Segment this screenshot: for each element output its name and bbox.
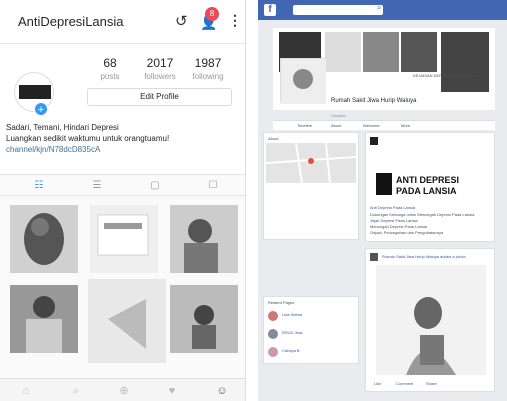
list-tab-icon[interactable]: ☰ [90, 179, 104, 193]
grid-photo-image [10, 205, 78, 273]
fb-cover-text: KEJADIAN DEPRESI PADA LANSIA [413, 73, 479, 78]
fb-subnav: Timeline About Welcome More [273, 120, 495, 130]
fb-tab-about[interactable]: About [331, 123, 341, 128]
ig-top-bar: AntiDepresiLansia ↺ 👤 8 ⋮ [0, 0, 245, 44]
related-avatar[interactable] [268, 347, 278, 357]
fb-page-name: Rumah Sakit Jiwa Hurip Waluya [331, 98, 417, 104]
stat-following-value: 1987 [194, 56, 222, 70]
notification-badge: 8 [205, 7, 219, 21]
facebook-panel: f ⌕ KEJADIAN DEPRESI PADA LANSIA Rumah S… [258, 0, 507, 401]
add-icon[interactable]: ⊕ [116, 383, 132, 399]
fb-related-pages: Related Pages Lisa Halma RSUD Jiwa Cahay… [263, 296, 359, 364]
stat-posts-label: posts [100, 72, 120, 81]
add-story-icon[interactable]: + [34, 102, 48, 116]
fb-related-header: Related Pages [268, 300, 295, 305]
post-logo-line-1: ANTI DEPRESI [396, 175, 460, 185]
post-logo-line-2: PADA LANSIA [396, 186, 457, 196]
grid-photo-image [90, 205, 158, 273]
saved-tab-icon[interactable]: ☐ [206, 179, 220, 193]
ig-profile-header: + 68 posts 2017 followers 1987 following… [0, 44, 245, 174]
grid-tab-icon[interactable]: ☷ [32, 179, 46, 193]
activity-icon[interactable]: ♥ [164, 383, 180, 399]
grid-photo[interactable] [170, 285, 238, 353]
post-1-title[interactable]: Anti Depresi Pada Lansia [370, 205, 415, 210]
stat-followers[interactable]: 2017 followers [138, 56, 182, 81]
fb-about-card: About [263, 132, 359, 240]
related-avatar[interactable] [268, 311, 278, 321]
post-author-avatar[interactable] [370, 253, 378, 261]
search-icon[interactable]: ⌕ [68, 383, 84, 399]
stat-followers-value: 2017 [146, 56, 174, 70]
post-logo-mark [376, 173, 392, 195]
fb-page-avatar[interactable] [280, 58, 326, 104]
post-author-avatar[interactable] [370, 137, 378, 145]
bio-line-2: Luangkan sedikit waktumu untuk orangtuam… [6, 134, 170, 143]
bio-line-1: Sadari, Temani, Hindari Depresi [6, 123, 119, 132]
fb-tab-timeline[interactable]: Timeline [297, 123, 312, 128]
related-page-name[interactable]: Cahaya B [282, 348, 300, 353]
stat-posts-value: 68 [103, 56, 117, 70]
ig-bottom-nav: ⌂ ⌕ ⊕ ♥ ☺ [0, 378, 245, 401]
fb-page-category: Hospital [331, 113, 346, 118]
avatar-logo [19, 85, 51, 99]
facebook-logo[interactable]: f [264, 4, 276, 16]
stat-followers-label: followers [144, 72, 176, 81]
ig-tabs: ☷ ☰ ▢ ☐ [0, 174, 245, 196]
post-1-line: Gejala, Pencegahan dan Pengobatannya [370, 230, 444, 235]
search-icon[interactable]: ⌕ [377, 3, 381, 13]
fb-top-bar: f ⌕ [258, 0, 507, 20]
post-2-photo[interactable] [376, 265, 486, 375]
history-icon[interactable]: ↺ [175, 12, 188, 30]
fb-tab-more[interactable]: More [401, 123, 410, 128]
grid-photo[interactable] [10, 205, 78, 273]
post-2-comment[interactable]: Comment [396, 381, 413, 386]
fb-about-header: About [268, 136, 279, 141]
grid-photo-image [10, 285, 78, 353]
stat-following-label: following [192, 72, 224, 81]
fb-post-2: Rumah Sakit Jiwa Hurip Waluya added a ph… [365, 248, 495, 392]
post-2-title[interactable]: Rumah Sakit Jiwa Hurip Waluya added a ph… [382, 254, 466, 259]
fb-page-avatar-image [281, 59, 326, 104]
stat-following[interactable]: 1987 following [186, 56, 230, 81]
grid-photo[interactable] [170, 205, 238, 273]
grid-photo-image [88, 279, 166, 363]
grid-photo[interactable] [10, 285, 78, 353]
post-1-line: Mencegah Depresi Pada Lansia [370, 224, 427, 229]
post-2-like[interactable]: Like [374, 381, 381, 386]
tagged-tab-icon[interactable]: ▢ [148, 179, 162, 193]
ig-bio: Sadari, Temani, Hindari Depresi Luangkan… [6, 122, 169, 155]
post-1-line: Dukungan Keluarga untuk Mencegah Depresi… [370, 212, 475, 217]
fb-search-input[interactable] [293, 5, 383, 15]
edit-profile-button[interactable]: Edit Profile [87, 88, 232, 106]
fb-map [266, 143, 356, 183]
related-page-name[interactable]: Lisa Halma [282, 312, 302, 317]
post-1-line: Jejak Depresi Pada Lansia [370, 218, 418, 223]
instagram-panel: AntiDepresiLansia ↺ 👤 8 ⋮ + 68 posts 201… [0, 0, 246, 401]
grid-photo[interactable] [88, 279, 166, 363]
related-avatar[interactable] [268, 329, 278, 339]
grid-photo-image [170, 205, 238, 273]
post-2-share[interactable]: Share [426, 381, 437, 386]
fb-tab-welcome[interactable]: Welcome [363, 123, 380, 128]
related-page-name[interactable]: RSUD Jiwa [282, 330, 302, 335]
profile-icon[interactable]: ☺ [214, 383, 230, 399]
home-icon[interactable]: ⌂ [18, 383, 34, 399]
more-icon[interactable]: ⋮ [228, 12, 242, 29]
fb-post-1: ANTI DEPRESI PADA LANSIA Anti Depresi Pa… [365, 132, 495, 242]
stat-posts[interactable]: 68 posts [88, 56, 132, 81]
ig-username: AntiDepresiLansia [18, 14, 124, 29]
grid-photo-image [170, 285, 238, 353]
post-logo: ANTI DEPRESI PADA LANSIA [376, 173, 486, 199]
bio-link[interactable]: channel/kjn/N78dcD835cA [6, 144, 169, 155]
grid-photo[interactable] [90, 205, 158, 273]
